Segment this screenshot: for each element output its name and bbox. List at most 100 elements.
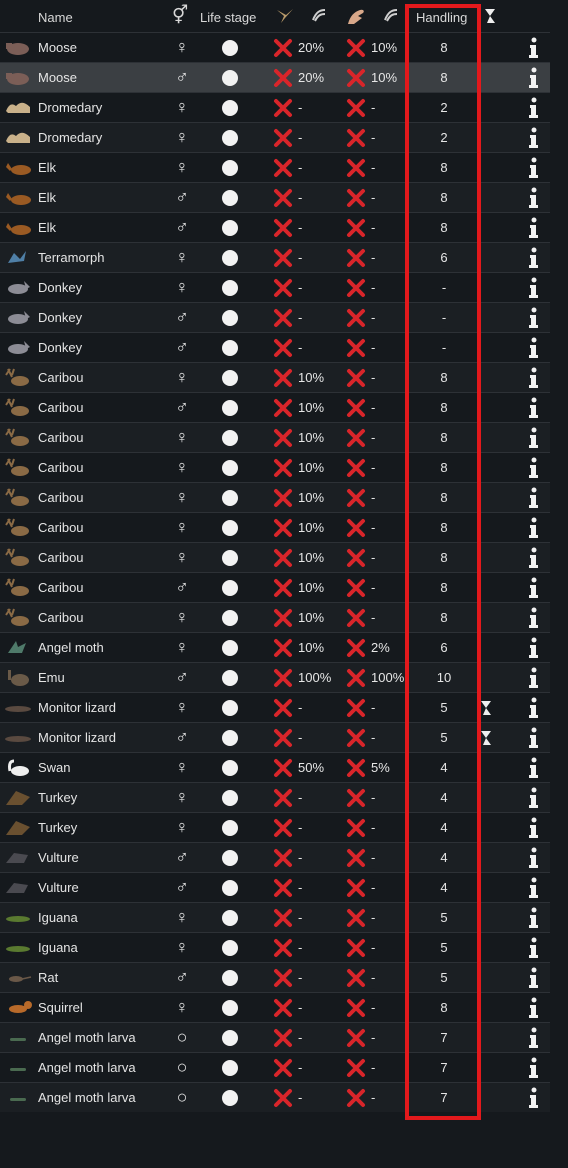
- milk-disabled-icon[interactable]: [346, 153, 368, 182]
- milk-disabled-icon[interactable]: [346, 873, 368, 902]
- animal-name[interactable]: Squirrel: [38, 993, 168, 1022]
- animal-name[interactable]: Iguana: [38, 933, 168, 962]
- animal-name[interactable]: Turkey: [38, 783, 168, 812]
- table-row[interactable]: Elk ♂ - - 8: [0, 182, 550, 212]
- info-icon[interactable]: [526, 903, 546, 932]
- pen-icon[interactable]: [275, 6, 295, 29]
- info-icon[interactable]: [526, 603, 546, 632]
- milk-disabled-icon[interactable]: [346, 363, 368, 392]
- animal-name[interactable]: Moose: [38, 33, 168, 62]
- milk-disabled-icon[interactable]: [346, 333, 368, 362]
- info-icon[interactable]: [526, 1053, 546, 1082]
- info-icon[interactable]: [526, 273, 546, 302]
- shear-disabled-icon[interactable]: [273, 483, 295, 512]
- animal-name[interactable]: Donkey: [38, 303, 168, 332]
- table-row[interactable]: Donkey ♂ - - -: [0, 332, 550, 362]
- milk-disabled-icon[interactable]: [346, 393, 368, 422]
- hand-icon[interactable]: [346, 6, 368, 29]
- info-icon[interactable]: [526, 693, 546, 722]
- animal-name[interactable]: Caribou: [38, 453, 168, 482]
- info-icon[interactable]: [526, 483, 546, 512]
- table-row[interactable]: Caribou ♀ 10% - 8: [0, 422, 550, 452]
- bond-warning-icon[interactable]: [480, 693, 498, 722]
- animal-name[interactable]: Elk: [38, 213, 168, 242]
- table-row[interactable]: Angel moth ♀ 10% 2% 6: [0, 632, 550, 662]
- animal-name[interactable]: Vulture: [38, 873, 168, 902]
- info-icon[interactable]: [526, 1083, 546, 1112]
- table-row[interactable]: Caribou ♀ 10% - 8: [0, 602, 550, 632]
- animal-name[interactable]: Monitor lizard: [38, 693, 168, 722]
- info-icon[interactable]: [526, 213, 546, 242]
- milk-disabled-icon[interactable]: [346, 663, 368, 692]
- shear-disabled-icon[interactable]: [273, 183, 295, 212]
- animal-name[interactable]: Caribou: [38, 513, 168, 542]
- table-row[interactable]: Caribou ♀ 10% - 8: [0, 542, 550, 572]
- table-row[interactable]: Rat ♂ - - 5: [0, 962, 550, 992]
- milk-disabled-icon[interactable]: [346, 723, 368, 752]
- info-icon[interactable]: [526, 123, 546, 152]
- table-row[interactable]: Iguana ♀ - - 5: [0, 932, 550, 962]
- milk-disabled-icon[interactable]: [346, 903, 368, 932]
- info-icon[interactable]: [526, 573, 546, 602]
- shear-disabled-icon[interactable]: [273, 873, 295, 902]
- table-row[interactable]: Moose ♀ 20% 10% 8: [0, 32, 550, 62]
- milk-disabled-icon[interactable]: [346, 183, 368, 212]
- milk-disabled-icon[interactable]: [346, 753, 368, 782]
- table-row[interactable]: Angel moth larva ○ - - 7: [0, 1022, 550, 1052]
- milk-disabled-icon[interactable]: [346, 483, 368, 512]
- info-icon[interactable]: [526, 873, 546, 902]
- bond-warning-icon[interactable]: [480, 723, 498, 752]
- animal-name[interactable]: Angel moth: [38, 633, 168, 662]
- shear-disabled-icon[interactable]: [273, 273, 295, 302]
- animal-name[interactable]: Elk: [38, 183, 168, 212]
- animal-name[interactable]: Angel moth larva: [38, 1053, 168, 1082]
- shear-disabled-icon[interactable]: [273, 93, 295, 122]
- animal-name[interactable]: Caribou: [38, 543, 168, 572]
- shear-disabled-icon[interactable]: [273, 1023, 295, 1052]
- animal-name[interactable]: Swan: [38, 753, 168, 782]
- info-icon[interactable]: [526, 33, 546, 62]
- table-row[interactable]: Terramorph ♀ - - 6: [0, 242, 550, 272]
- table-row[interactable]: Elk ♀ - - 8: [0, 152, 550, 182]
- table-row[interactable]: Iguana ♀ - - 5: [0, 902, 550, 932]
- animal-name[interactable]: Moose: [38, 63, 168, 92]
- shear-disabled-icon[interactable]: [273, 723, 295, 752]
- table-row[interactable]: Turkey ♀ - - 4: [0, 782, 550, 812]
- shear-disabled-icon[interactable]: [273, 423, 295, 452]
- table-row[interactable]: Angel moth larva ○ - - 7: [0, 1052, 550, 1082]
- shear-disabled-icon[interactable]: [273, 783, 295, 812]
- animal-name[interactable]: Elk: [38, 153, 168, 182]
- milk-disabled-icon[interactable]: [346, 813, 368, 842]
- milk-disabled-icon[interactable]: [346, 573, 368, 602]
- table-row[interactable]: Vulture ♂ - - 4: [0, 842, 550, 872]
- shear-disabled-icon[interactable]: [273, 633, 295, 662]
- animal-name[interactable]: Caribou: [38, 393, 168, 422]
- info-icon[interactable]: [526, 183, 546, 212]
- milk-disabled-icon[interactable]: [346, 453, 368, 482]
- milk-disabled-icon[interactable]: [346, 63, 368, 92]
- shear-disabled-icon[interactable]: [273, 153, 295, 182]
- info-icon[interactable]: [526, 63, 546, 92]
- table-row[interactable]: Dromedary ♀ - - 2: [0, 122, 550, 152]
- shearing-icon[interactable]: [310, 6, 328, 27]
- animal-name[interactable]: Caribou: [38, 573, 168, 602]
- info-icon[interactable]: [526, 783, 546, 812]
- animal-name[interactable]: Donkey: [38, 273, 168, 302]
- table-row[interactable]: Turkey ♀ - - 4: [0, 812, 550, 842]
- animal-name[interactable]: Turkey: [38, 813, 168, 842]
- info-icon[interactable]: [526, 333, 546, 362]
- milk-disabled-icon[interactable]: [346, 783, 368, 812]
- header-handling[interactable]: Handling: [416, 10, 467, 25]
- animal-name[interactable]: Donkey: [38, 333, 168, 362]
- animal-name[interactable]: Caribou: [38, 423, 168, 452]
- header-life-stage[interactable]: Life stage: [200, 10, 256, 25]
- info-icon[interactable]: [526, 813, 546, 842]
- animal-name[interactable]: Rat: [38, 963, 168, 992]
- shear-disabled-icon[interactable]: [273, 513, 295, 542]
- animal-name[interactable]: Vulture: [38, 843, 168, 872]
- info-icon[interactable]: [526, 663, 546, 692]
- shear-disabled-icon[interactable]: [273, 393, 295, 422]
- shear-disabled-icon[interactable]: [273, 903, 295, 932]
- info-icon[interactable]: [526, 513, 546, 542]
- shear-disabled-icon[interactable]: [273, 303, 295, 332]
